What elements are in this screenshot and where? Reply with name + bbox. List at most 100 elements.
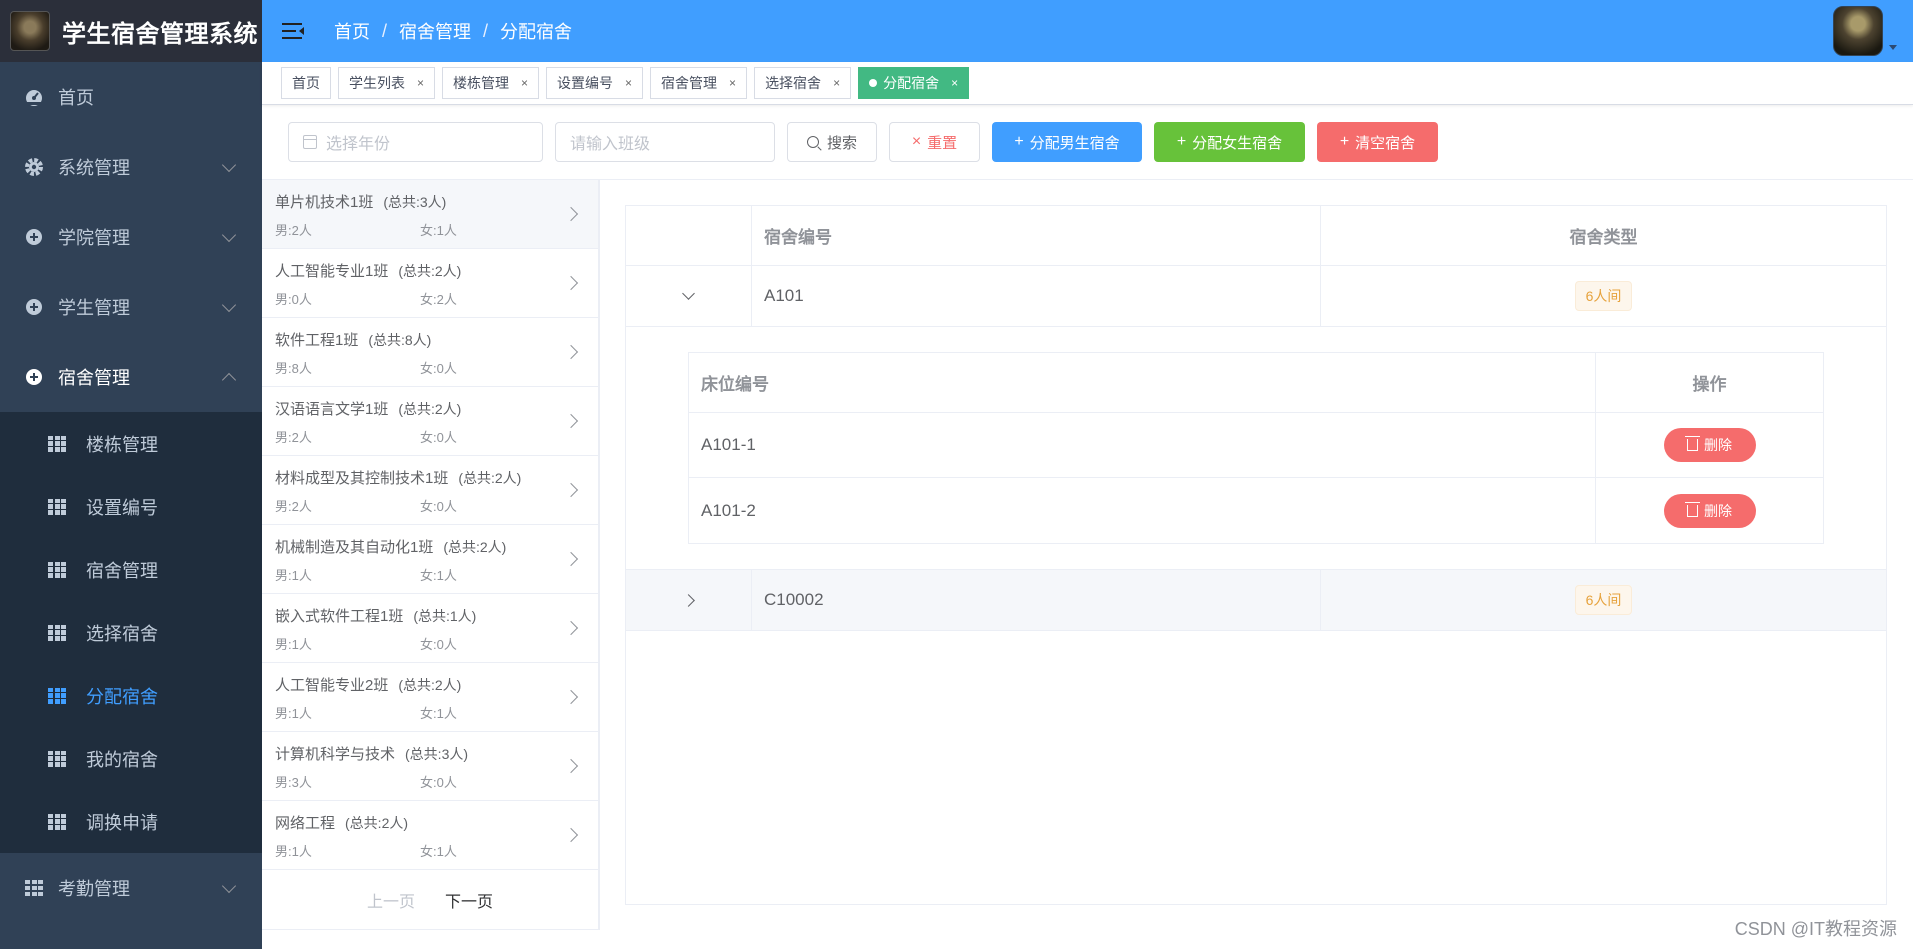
expanded-row: 床位编号 操作 A101-1 删除 A101-2 删除 [626,327,1886,570]
table-row[interactable]: C10002 6人间 [626,570,1886,631]
class-total: (总共:2人) [443,539,507,555]
assign-male-label: 分配男生宿舍 [1029,134,1120,152]
sidebar-item-home[interactable]: 首页 [0,62,262,132]
sidebar-subitem-assign-dorm[interactable]: 分配宿舍 [0,664,262,727]
sidebar-item-student[interactable]: 学生管理 [0,272,262,342]
tag-assign-dorm[interactable]: 分配宿舍 × [858,67,970,99]
search-button[interactable]: 搜索 [787,122,877,162]
user-menu[interactable] [1833,6,1897,56]
sidebar-subitem-building[interactable]: 楼栋管理 [0,412,262,475]
tag-home[interactable]: 首页 [281,67,331,99]
pagination: 上一页 下一页 [262,870,599,930]
sidebar-item-system[interactable]: 系统管理 [0,132,262,202]
reset-button[interactable]: × 重置 [889,122,980,162]
close-icon[interactable]: × [521,76,528,90]
class-list-item[interactable]: 嵌入式软件工程1班 (总共:1人) 男:1人 女:0人 [262,594,599,663]
delete-button[interactable]: 删除 [1663,428,1756,462]
tag-label: 设置编号 [557,75,614,91]
class-total: (总共:8人) [368,332,432,348]
tag-dorm-manage[interactable]: 宿舍管理 × [650,67,748,99]
close-icon[interactable]: × [625,76,632,90]
class-name-text: 计算机科学与技术 [275,746,396,763]
bed-no-cell: A101-2 [689,478,1596,543]
hamburger-icon[interactable] [282,22,304,40]
sidebar-subitem-dorm-manage[interactable]: 宿舍管理 [0,538,262,601]
column-header-dorm-no: 宿舍编号 [752,206,1321,265]
year-picker[interactable]: 选择年份 [288,122,543,162]
column-header-bed-no: 床位编号 [689,353,1596,412]
table-icon [48,624,66,641]
sidebar-subitem-numbering[interactable]: 设置编号 [0,475,262,538]
tag-building-manage[interactable]: 楼栋管理 × [442,67,540,99]
close-icon: × [911,133,922,150]
class-counts: 男:3人 女:0人 [275,772,598,791]
dorm-no-cell: A101 [752,266,1321,326]
bed-table-header: 床位编号 操作 [689,353,1823,413]
close-icon[interactable]: × [729,76,736,90]
table-icon [48,498,66,515]
class-list-item[interactable]: 单片机技术1班 (总共:3人) 男:2人 女:1人 [262,180,599,249]
close-icon[interactable]: × [417,76,424,90]
tag-choose-dorm[interactable]: 选择宿舍 × [754,67,852,99]
dorm-type-cell: 6人间 [1321,266,1886,326]
class-list-item[interactable]: 软件工程1班 (总共:8人) 男:8人 女:0人 [262,318,599,387]
breadcrumb-dorm-manage: 宿舍管理 [399,22,472,42]
watermark: CSDN @IT教程资源 [1734,919,1897,939]
calendar-icon [303,135,317,149]
close-icon[interactable]: × [951,76,958,90]
class-list-item[interactable]: 人工智能专业1班 (总共:2人) 男:0人 女:2人 [262,249,599,318]
bed-table: 床位编号 操作 A101-1 删除 A101-2 删除 [688,352,1824,544]
delete-button[interactable]: 删除 [1663,493,1756,528]
sidebar-subitem-label: 楼栋管理 [86,434,158,455]
dorm-type-badge: 6人间 [1574,585,1633,615]
sidebar-subitem-swap-request[interactable]: 调换申请 [0,790,262,853]
sidebar-item-dorm[interactable]: 宿舍管理 [0,342,262,412]
male-count: 男:8人 [275,361,312,376]
operation-cell: 删除 [1596,413,1823,477]
class-list-item[interactable]: 机械制造及其自动化1班 (总共:2人) 男:1人 女:1人 [262,525,599,594]
male-count: 男:1人 [275,706,312,721]
sidebar-subitem-choose-dorm[interactable]: 选择宿舍 [0,601,262,664]
class-name-text: 网络工程 [275,815,336,832]
next-page-button[interactable]: 下一页 [445,888,493,912]
clear-dorm-button[interactable]: + 清空宿舍 [1317,122,1438,162]
class-counts: 男:2人 女:1人 [275,220,598,239]
chevron-down-icon [221,157,237,173]
breadcrumb-home[interactable]: 首页 [334,18,370,44]
class-list-item[interactable]: 网络工程 (总共:2人) 男:1人 女:1人 [262,801,599,870]
tag-student-list[interactable]: 学生列表 × [338,67,436,99]
top-navbar: 首页 / 宿舍管理 / 分配宿舍 [262,0,1913,62]
table-icon [48,687,66,704]
reset-button-label: 重置 [927,134,958,152]
class-counts: 男:1人 女:1人 [275,703,598,722]
sidebar-item-attendance[interactable]: 考勤管理 [0,853,262,923]
female-count: 女:0人 [420,499,457,514]
gear-icon [24,157,44,177]
tag-label: 选择宿舍 [765,75,822,91]
table-row[interactable]: A101 6人间 [626,266,1886,327]
expand-toggle[interactable] [626,266,752,326]
male-count: 男:2人 [275,223,312,238]
class-input[interactable]: 请输入班级 [555,122,775,162]
class-list-item[interactable]: 汉语语言文学1班 (总共:2人) 男:2人 女:0人 [262,387,599,456]
tag-set-number[interactable]: 设置编号 × [546,67,644,99]
delete-label: 删除 [1704,437,1732,453]
sidebar-item-college[interactable]: 学院管理 [0,202,262,272]
class-list-item[interactable]: 计算机科学与技术 (总共:3人) 男:3人 女:0人 [262,732,599,801]
close-icon[interactable]: × [833,76,840,90]
avatar[interactable] [1833,6,1883,56]
search-button-label: 搜索 [826,134,857,152]
app-title: 学生宿舍管理系统 [62,20,258,48]
expand-toggle[interactable] [626,570,752,630]
class-list-item[interactable]: 材料成型及其控制技术1班 (总共:2人) 男:2人 女:0人 [262,456,599,525]
caret-down-icon [1889,45,1897,50]
dashboard-icon [24,87,44,107]
class-list: 单片机技术1班 (总共:3人) 男:2人 女:1人 人工智能专业1班 (总共:2人) 男:0… [262,180,600,930]
sidebar-item-label: 系统管理 [58,158,130,178]
female-count: 女:1人 [420,706,457,721]
prev-page-button[interactable]: 上一页 [367,888,415,912]
class-list-item[interactable]: 人工智能专业2班 (总共:2人) 男:1人 女:1人 [262,663,599,732]
assign-male-dorm-button[interactable]: + 分配男生宿舍 [992,122,1142,162]
sidebar-subitem-my-dorm[interactable]: 我的宿舍 [0,727,262,790]
assign-female-dorm-button[interactable]: + 分配女生宿舍 [1154,122,1305,162]
